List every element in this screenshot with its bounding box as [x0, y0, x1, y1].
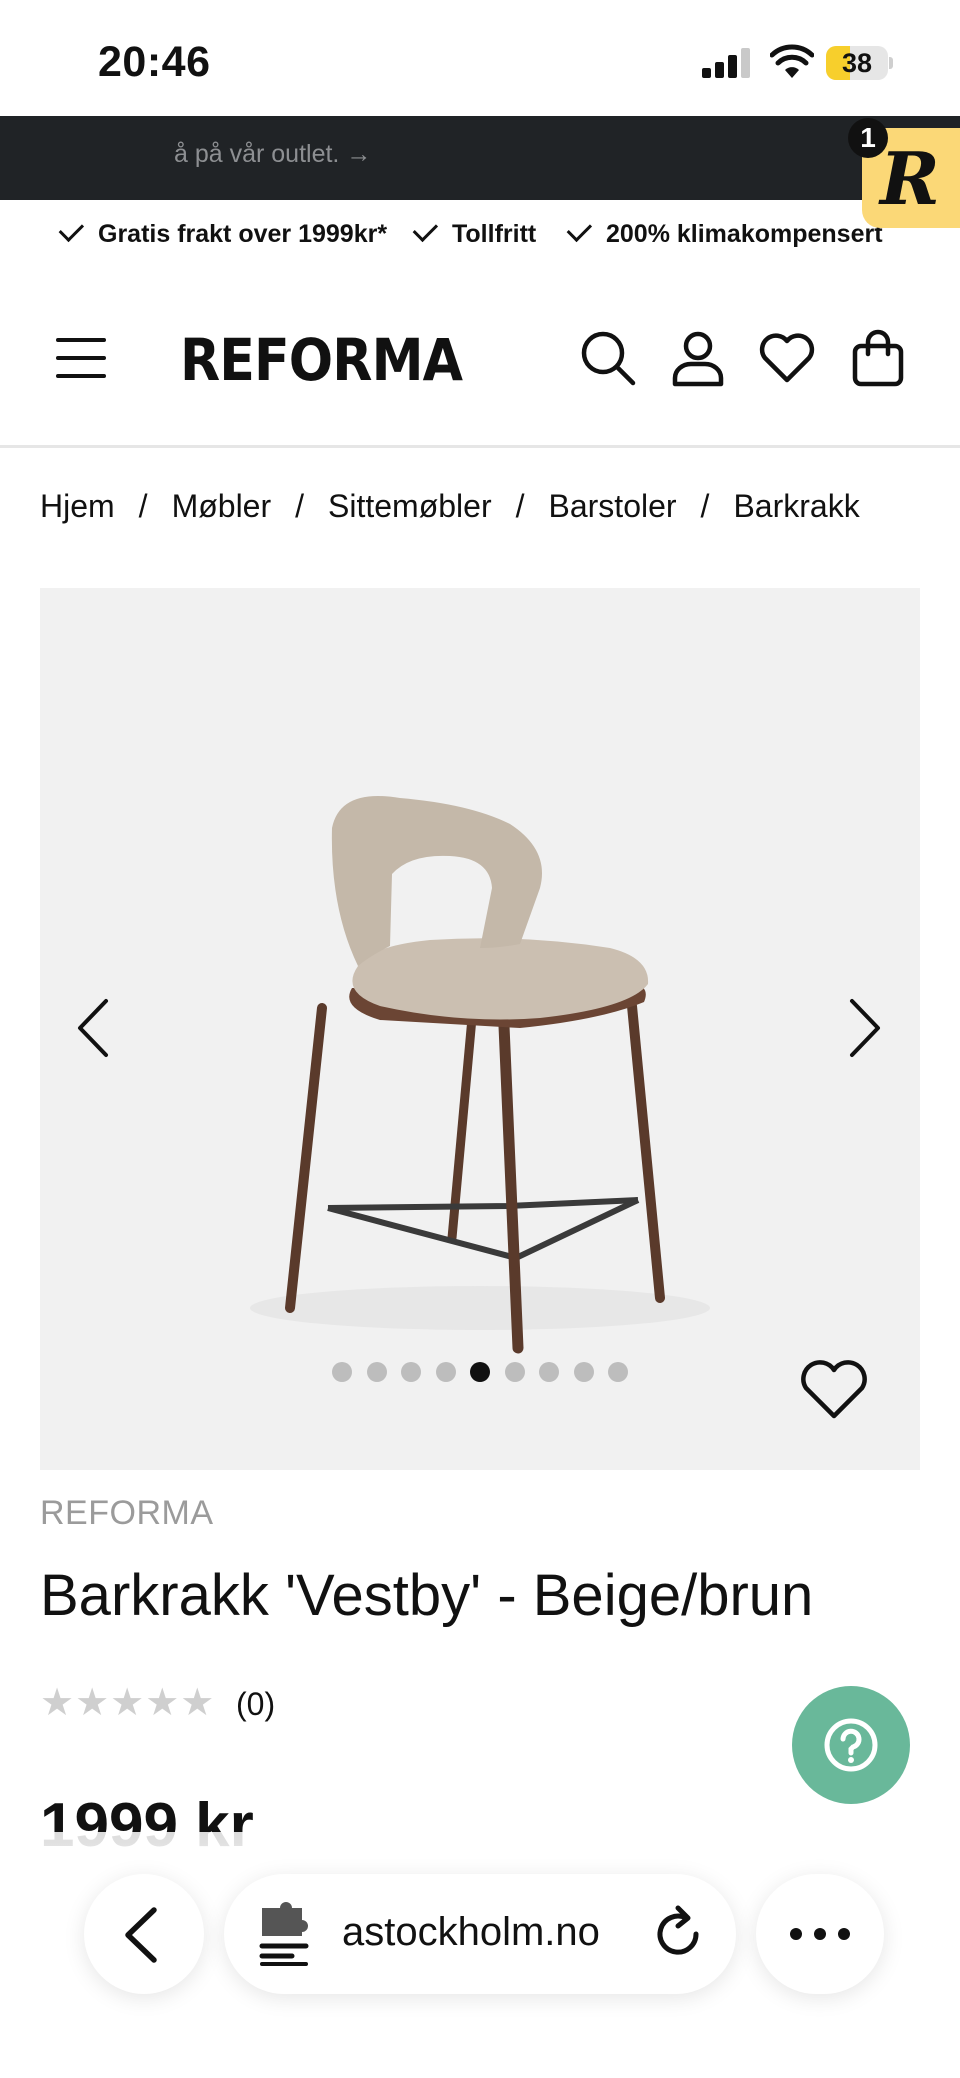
usp-label: Gratis frakt over 1999kr*: [98, 220, 388, 248]
breadcrumb-item-current: Barkrakk: [733, 488, 860, 524]
status-bar: 20:46 38: [0, 0, 960, 116]
usp-bar: Gratis frakt over 1999kr* Tollfritt 200%…: [0, 212, 960, 262]
announcement-text[interactable]: å på vår outlet. →: [174, 140, 371, 169]
usp-item-climate: 200% klimakompensert: [566, 216, 883, 249]
carousel-dot[interactable]: [608, 1362, 628, 1382]
usp-label: 200% klimakompensert: [606, 220, 883, 248]
breadcrumb-separator: /: [700, 488, 710, 524]
search-icon[interactable]: [578, 328, 638, 388]
reviews-logo-icon: R: [880, 136, 940, 221]
carousel-dot[interactable]: [539, 1362, 559, 1382]
previous-image-icon[interactable]: [68, 993, 118, 1063]
cart-icon[interactable]: [848, 328, 908, 388]
status-time: 20:46: [98, 38, 211, 86]
extension-icon: [259, 1902, 309, 1966]
account-icon[interactable]: [668, 328, 728, 388]
carousel-dot[interactable]: [470, 1362, 490, 1382]
rating-stars: ★★★★★: [40, 1682, 216, 1724]
check-icon: [412, 216, 439, 243]
browser-more-button[interactable]: [756, 1874, 884, 1994]
carousel-dot[interactable]: [504, 1362, 525, 1382]
breadcrumb: Hjem / Møbler / Sittemøbler / Barstoler / Barkra…: [40, 488, 920, 532]
address-bar[interactable]: astockholm.no: [224, 1874, 736, 1994]
rating-count: (0): [236, 1686, 276, 1722]
site-header: REFORMA: [0, 290, 960, 448]
browser-back-button[interactable]: [84, 1874, 204, 1994]
breadcrumb-separator: /: [295, 488, 305, 524]
breadcrumb-separator: /: [515, 488, 525, 524]
breadcrumb-item[interactable]: Barstoler: [549, 488, 677, 524]
reviews-count-badge: 1: [848, 118, 888, 158]
product-gallery[interactable]: [40, 588, 920, 1470]
product-brand[interactable]: REFORMA: [40, 1494, 214, 1533]
battery-level: 38: [841, 48, 873, 78]
help-icon: [824, 1718, 878, 1772]
back-icon: [125, 1907, 157, 1963]
cellular-signal-icon: [702, 48, 750, 78]
wifi-icon: [770, 44, 814, 78]
product-image: [250, 796, 710, 1354]
usp-label: Tollfritt: [452, 220, 537, 248]
carousel-dot[interactable]: [366, 1362, 387, 1382]
help-button[interactable]: [792, 1686, 910, 1804]
usp-item-shipping: Gratis frakt over 1999kr*: [58, 216, 388, 249]
breadcrumb-item[interactable]: Møbler: [172, 488, 272, 524]
breadcrumb-item[interactable]: Hjem: [40, 488, 115, 524]
url-text[interactable]: astockholm.no: [342, 1910, 600, 1955]
menu-icon[interactable]: [56, 336, 108, 380]
breadcrumb-item[interactable]: Sittemøbler: [328, 488, 492, 524]
wishlist-icon[interactable]: [757, 328, 817, 388]
breadcrumb-separator: /: [138, 488, 148, 524]
more-icon: [790, 1928, 850, 1940]
product-title: Barkrakk 'Vestby' - Beige/brun: [40, 1563, 814, 1628]
reload-icon[interactable]: [650, 1904, 708, 1964]
carousel-dot[interactable]: [332, 1362, 352, 1382]
carousel-dot[interactable]: [573, 1362, 594, 1382]
carousel-dot[interactable]: [435, 1362, 456, 1382]
battery-indicator: 38: [826, 46, 894, 80]
announcement-bar[interactable]: å på vår outlet. →: [0, 116, 960, 200]
check-icon: [58, 216, 85, 243]
site-logo[interactable]: REFORMA: [180, 326, 463, 394]
carousel-dot[interactable]: [401, 1362, 421, 1382]
next-image-icon[interactable]: [840, 993, 890, 1063]
add-to-wishlist-icon[interactable]: [798, 1358, 870, 1422]
usp-item-duty-free: Tollfritt: [412, 216, 537, 249]
check-icon: [566, 216, 593, 243]
